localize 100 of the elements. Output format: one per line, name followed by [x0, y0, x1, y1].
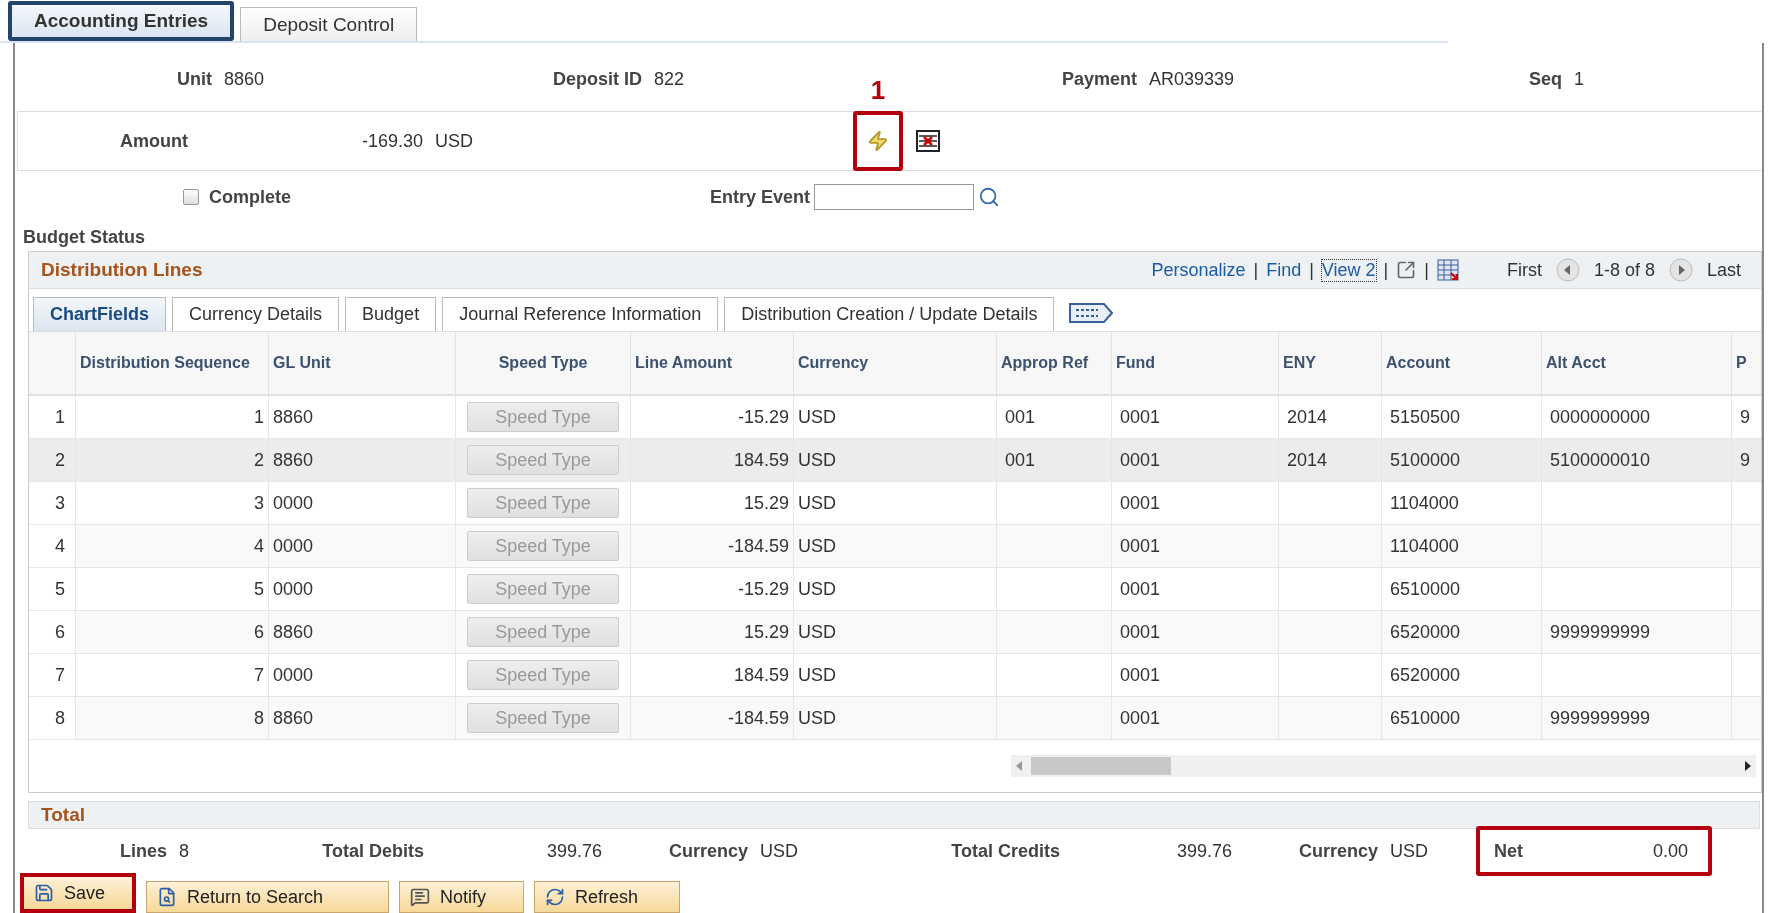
- previous-icon[interactable]: [1555, 258, 1580, 282]
- table-cell: 7: [76, 654, 269, 697]
- grid-tab[interactable]: Budget: [345, 297, 437, 331]
- currency-value: USD: [435, 130, 474, 152]
- table-cell: 8860: [269, 611, 456, 654]
- table-cell: 2014: [1279, 439, 1382, 482]
- table-cell: 0001: [1112, 568, 1279, 611]
- table-cell: -184.59: [631, 697, 794, 740]
- table-cell: 5150500: [1382, 396, 1542, 439]
- scrollbar-thumb[interactable]: [1031, 757, 1171, 775]
- horizontal-scrollbar[interactable]: [1011, 755, 1756, 777]
- field-label: Deposit ID: [552, 68, 642, 90]
- section-label: Budget Status: [23, 226, 145, 248]
- table-cell: 8860: [269, 697, 456, 740]
- message-icon: [410, 887, 430, 907]
- table-cell: 0000: [269, 482, 456, 525]
- field-value: 822: [654, 68, 685, 90]
- table-cell: -184.59: [631, 525, 794, 568]
- last-link[interactable]: Last: [1706, 259, 1741, 281]
- column-header: Alt Acct: [1542, 332, 1732, 396]
- action-button[interactable]: Save: [20, 873, 136, 913]
- table-cell: 5: [76, 568, 269, 611]
- table-cell: 1: [76, 396, 269, 439]
- total-value: 399.76: [1175, 840, 1232, 862]
- popup-icon[interactable]: [1396, 260, 1417, 280]
- next-icon[interactable]: [1668, 258, 1693, 282]
- table-cell: 8860: [269, 439, 456, 482]
- separator: |: [1309, 259, 1314, 281]
- table-cell: USD: [794, 654, 997, 697]
- total-label: Currency: [667, 840, 748, 862]
- column-header: Line Amount: [631, 332, 794, 396]
- column-header: ENY: [1279, 332, 1382, 396]
- row-number: 4: [29, 525, 76, 568]
- download-grid-icon[interactable]: [1436, 259, 1459, 281]
- page-tab[interactable]: Deposit Control: [240, 7, 418, 41]
- grid-tab[interactable]: Distribution Creation / Update Details: [724, 297, 1055, 331]
- refresh-icon: [545, 887, 565, 907]
- row-number: 6: [29, 611, 76, 654]
- table-cell: USD: [794, 396, 997, 439]
- page-tab[interactable]: Accounting Entries: [8, 1, 235, 41]
- save-icon: [34, 883, 54, 903]
- row-number: 8: [29, 697, 76, 740]
- table-cell: 2: [76, 439, 269, 482]
- field-label: Seq: [1528, 68, 1562, 90]
- field-value: AR039339: [1149, 68, 1235, 90]
- action-button[interactable]: Refresh: [534, 881, 680, 913]
- table-cell: 3: [76, 482, 269, 525]
- show-all-columns-icon[interactable]: [1068, 301, 1115, 325]
- total-value: USD: [760, 840, 799, 862]
- table-cell: USD: [794, 568, 997, 611]
- complete-checkbox[interactable]: [183, 189, 199, 205]
- total-label: Net: [1494, 840, 1523, 862]
- table-cell: 184.59: [631, 654, 794, 697]
- table-cell: 9: [1732, 439, 1761, 482]
- delete-grid-icon[interactable]: [916, 130, 941, 152]
- table-cell: 1104000: [1382, 525, 1542, 568]
- separator: |: [1424, 259, 1429, 281]
- separator: |: [1383, 259, 1389, 281]
- grid-title: Distribution Lines: [41, 259, 204, 281]
- table-cell: 0001: [1112, 611, 1279, 654]
- total-label: Lines: [119, 840, 167, 862]
- table-cell: 6510000: [1382, 697, 1542, 740]
- grid-tab[interactable]: Journal Reference Information: [442, 297, 719, 331]
- table-cell: USD: [794, 611, 997, 654]
- scroll-right-icon[interactable]: [1744, 761, 1752, 771]
- row-number: 5: [29, 568, 76, 611]
- table-cell: 0001: [1112, 439, 1279, 482]
- action-button[interactable]: Return to Search: [146, 881, 389, 913]
- grid-tab[interactable]: ChartFields: [33, 297, 167, 331]
- table-cell: 9999999999: [1542, 611, 1732, 654]
- table-cell: USD: [794, 482, 997, 525]
- grid-tab[interactable]: Currency Details: [172, 297, 340, 331]
- entry-event-field[interactable]: [814, 184, 974, 210]
- table-cell: 0001: [1112, 697, 1279, 740]
- action-button[interactable]: Notify: [399, 881, 524, 913]
- column-header: Currency: [794, 332, 997, 396]
- table-cell: USD: [794, 697, 997, 740]
- table-cell: 6520000: [1382, 611, 1542, 654]
- table-cell: 8: [76, 697, 269, 740]
- separator: |: [1253, 259, 1259, 281]
- table-cell: 0000: [269, 654, 456, 697]
- grid-link[interactable]: View 2: [1321, 259, 1376, 281]
- page-range: 1-8 of 8: [1593, 259, 1655, 281]
- table-cell: 184.59: [631, 439, 794, 482]
- table-cell: USD: [794, 525, 997, 568]
- table-cell: 9999999999: [1542, 697, 1732, 740]
- first-link[interactable]: First: [1506, 259, 1542, 281]
- table-cell: USD: [794, 439, 997, 482]
- table-cell: -15.29: [631, 396, 794, 439]
- table-cell: 0000: [269, 568, 456, 611]
- grid-link[interactable]: Find: [1266, 259, 1302, 281]
- table-cell: -15.29: [631, 568, 794, 611]
- table-cell: 5100000: [1382, 439, 1542, 482]
- lightning-icon[interactable]: [867, 130, 890, 152]
- totals-title: Total: [41, 804, 85, 826]
- total-value: USD: [1390, 840, 1429, 862]
- search-icon[interactable]: [978, 186, 1000, 208]
- grid-link[interactable]: Personalize: [1151, 259, 1246, 281]
- column-header: Fund: [1112, 332, 1279, 396]
- total-value: 8: [179, 840, 190, 862]
